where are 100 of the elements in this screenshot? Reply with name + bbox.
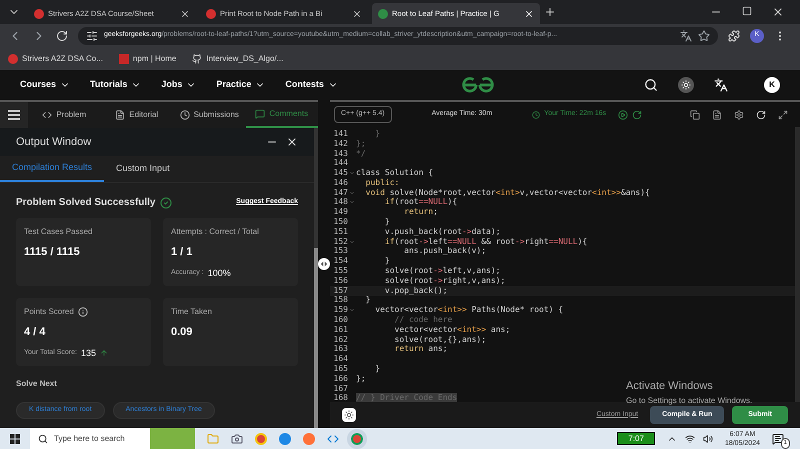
- browser-icon[interactable]: [255, 432, 267, 444]
- section-heading: Solve Next: [16, 378, 58, 390]
- code-line: return;: [403, 206, 438, 218]
- reload-icon[interactable]: [56, 30, 68, 42]
- site-favicon: [8, 54, 18, 64]
- code-line: */: [356, 148, 366, 160]
- code-line: }: [384, 255, 390, 266]
- restore-icon[interactable]: [742, 6, 752, 16]
- close-icon[interactable]: [286, 136, 298, 148]
- settings-icon[interactable]: [734, 110, 744, 120]
- reset-icon[interactable]: [756, 110, 766, 120]
- code-line: vector<vector<int>> Paths(Node* root) {: [374, 304, 564, 316]
- camera-icon[interactable]: [231, 432, 243, 444]
- line-number: 162: [332, 334, 348, 345]
- problem-tab[interactable]: Problem: [28, 102, 100, 128]
- output-tab[interactable]: Custom Input: [104, 156, 182, 182]
- search-icon[interactable]: [644, 78, 658, 92]
- code-line: if(root->left==NULL && root->right==NULL){: [384, 236, 588, 246]
- fullscreen-icon[interactable]: [778, 110, 788, 120]
- line-number: 148: [332, 196, 348, 208]
- close-icon[interactable]: [524, 8, 534, 18]
- stat-sub-value: 100%: [208, 266, 231, 280]
- hamburger-menu[interactable]: [0, 102, 28, 128]
- code-line: // code here: [394, 314, 452, 326]
- tab-icon: [115, 110, 126, 120]
- line-number: 160: [332, 314, 348, 326]
- browser-icon[interactable]: [279, 432, 291, 444]
- site-info-icon[interactable]: [86, 30, 98, 42]
- nav-menu[interactable]: Courses: [20, 78, 70, 92]
- play-icon[interactable]: [618, 110, 628, 120]
- code-editor-icon[interactable]: [327, 432, 339, 444]
- code-line: solve(root,{},ans);: [394, 334, 486, 345]
- user-avatar[interactable]: K: [764, 77, 780, 93]
- copy-icon[interactable]: [690, 110, 700, 120]
- line-number: 161: [332, 324, 348, 336]
- line-number: 166: [332, 372, 348, 385]
- wifi-icon[interactable]: [684, 434, 695, 444]
- bookmark-star-icon[interactable]: [698, 30, 710, 42]
- stat-label: Time Taken: [171, 306, 212, 318]
- line-number: 163: [332, 343, 348, 355]
- search-icon: [38, 434, 48, 444]
- stat-value: 1 / 1: [171, 245, 194, 260]
- nav-menu[interactable]: Tutorials: [90, 78, 142, 92]
- new-tab-icon[interactable]: [544, 6, 556, 18]
- site-favicon: [118, 54, 129, 64]
- code-line: public:: [364, 176, 400, 188]
- windows-start-icon[interactable]: [10, 434, 20, 444]
- code-line: return ans;: [394, 344, 448, 356]
- line-number: 147: [332, 186, 348, 198]
- theme-toggle[interactable]: [678, 77, 694, 93]
- stat-sub-value: 135: [80, 346, 96, 360]
- line-number: 159: [332, 304, 348, 316]
- reset-timer-icon[interactable]: [632, 110, 642, 120]
- bookmark[interactable]: Strivers A2Z DSA Co...: [8, 52, 103, 64]
- problem-tab[interactable]: Submissions: [173, 102, 246, 128]
- stat-label: Attempts : Correct / Total: [171, 226, 259, 238]
- sun-icon: [344, 410, 354, 420]
- code-line: }: [384, 216, 390, 228]
- panel-title: Output Window: [16, 134, 92, 150]
- taskbar-search-field[interactable]: Type here to search: [30, 428, 150, 449]
- problem-tab[interactable]: Editorial: [100, 102, 173, 128]
- nav-menu[interactable]: Jobs: [161, 78, 196, 92]
- line-number: 164: [332, 353, 348, 365]
- file-icon[interactable]: [712, 110, 722, 120]
- tab-icon: [42, 110, 52, 120]
- output-tab[interactable]: Compilation Results: [0, 156, 104, 182]
- code-line: }: [374, 363, 380, 376]
- scrollbar[interactable]: [795, 127, 800, 402]
- status-message: Problem Solved Successfully: [16, 196, 156, 210]
- stat-value: 0.09: [171, 325, 194, 340]
- code-line: };: [356, 138, 366, 150]
- stat-label: Test Cases Passed: [24, 226, 92, 238]
- check-icon: [160, 196, 172, 208]
- volume-icon[interactable]: [702, 434, 713, 444]
- code-line: solve(root->left,v,ans);: [384, 265, 500, 276]
- line-number: 157: [332, 284, 348, 296]
- line-number: 145: [332, 167, 348, 179]
- bookmark[interactable]: Interview_DS_Algo/...: [192, 52, 284, 64]
- battery-indicator: 7:07: [617, 432, 655, 445]
- clock-icon: [532, 110, 540, 118]
- bookmark[interactable]: npm | Home: [118, 52, 176, 64]
- line-number: 141: [332, 128, 348, 140]
- scrollbar[interactable]: [314, 128, 318, 428]
- close-icon[interactable]: [180, 8, 190, 18]
- line-number: 167: [332, 382, 348, 394]
- resize-handle[interactable]: [318, 258, 330, 270]
- code-line: class Solution {: [356, 167, 434, 178]
- close-icon[interactable]: [772, 6, 784, 18]
- line-number: 154: [332, 255, 348, 267]
- translate-icon[interactable]: [714, 78, 728, 92]
- extensions-icon[interactable]: [728, 30, 740, 42]
- stat-label: Points Scored: [24, 306, 74, 318]
- nav-menu[interactable]: Contests: [285, 78, 338, 92]
- code-line: if(root==NULL){: [384, 196, 458, 208]
- theme-toggle[interactable]: [342, 408, 356, 422]
- nav-menu[interactable]: Practice: [216, 78, 266, 92]
- close-icon[interactable]: [352, 8, 362, 18]
- notifications-icon[interactable]: [772, 432, 784, 444]
- translate-icon[interactable]: [680, 30, 692, 42]
- code-line: };: [356, 372, 366, 385]
